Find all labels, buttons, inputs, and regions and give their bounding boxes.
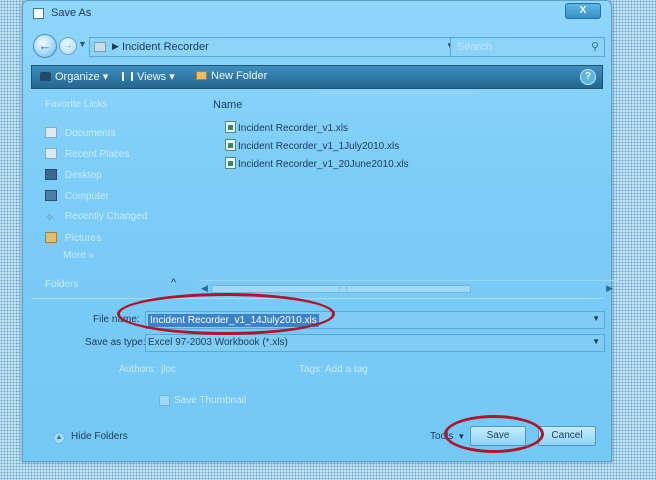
- savetype-select[interactable]: Excel 97-2003 Workbook (*.xls) ▼: [145, 334, 605, 352]
- filename-dropdown-icon[interactable]: ▼: [592, 314, 600, 323]
- tools-label: Tools: [430, 431, 454, 442]
- sidebar-item-pictures[interactable]: Pictures: [45, 232, 101, 248]
- hide-folders-label: Hide Folders: [71, 431, 128, 442]
- documents-icon: [45, 127, 57, 138]
- sidebar-item-desktop[interactable]: Desktop: [45, 169, 102, 185]
- organize-label: Organize: [55, 71, 100, 83]
- recent-places-icon: [45, 148, 57, 159]
- file-item[interactable]: Incident Recorder_v1.xls: [225, 121, 348, 134]
- recently-changed-icon: ✧: [45, 212, 55, 224]
- chevron-up-icon: ▲: [53, 432, 65, 444]
- address-path[interactable]: Incident Recorder: [122, 41, 209, 53]
- file-list: Name Incident Recorder_v1.xls Incident R…: [199, 91, 619, 301]
- authors-label: Authors:: [119, 364, 157, 375]
- search-input[interactable]: Search ⚲: [450, 37, 605, 57]
- chevron-up-icon[interactable]: ^: [171, 277, 176, 289]
- filename-label: File name:: [93, 314, 140, 325]
- favorite-links-heading: Favorite Links: [45, 99, 108, 110]
- organize-icon: [40, 72, 51, 81]
- save-thumbnail-checkbox[interactable]: [159, 395, 170, 406]
- new-folder-label: New Folder: [211, 70, 268, 82]
- sidebar-item-label: Recently Changed: [65, 211, 148, 222]
- horizontal-scrollbar[interactable]: ◀ ⋮⋮ ▶: [199, 280, 619, 296]
- column-divider: [319, 93, 479, 94]
- history-dropdown-icon[interactable]: ▼: [78, 39, 87, 49]
- views-label: Views: [137, 71, 167, 83]
- navigation-pane: Favorite Links Documents Recent Places D…: [31, 91, 191, 301]
- navigation-bar: ← → ▼ ▶ Incident Recorder ▼ ↻ Search ⚲: [23, 29, 611, 63]
- savetype-value: Excel 97-2003 Workbook (*.xls): [148, 337, 288, 348]
- sidebar-item-computer[interactable]: Computer: [45, 190, 109, 206]
- sidebar-item-label: Computer: [65, 191, 109, 202]
- dialog-title: Save As: [51, 7, 92, 19]
- sidebar-item-label: Recent Places: [65, 149, 130, 160]
- sidebar-item-label: Desktop: [65, 170, 102, 181]
- save-thumbnail-label: Save Thumbnail: [174, 395, 247, 406]
- sidebar-item-recently-changed[interactable]: ✧ Recently Changed: [45, 211, 147, 227]
- back-arrow-icon[interactable]: ←: [33, 34, 57, 58]
- views-button[interactable]: Views ▾: [122, 70, 175, 83]
- search-icon[interactable]: ⚲: [591, 40, 599, 53]
- dialog-icon: [33, 8, 44, 19]
- sidebar-item-documents[interactable]: Documents: [45, 127, 116, 143]
- cancel-button[interactable]: Cancel: [538, 426, 596, 446]
- folders-label: Folders: [45, 279, 79, 290]
- folders-toggle[interactable]: Folders ^: [31, 277, 191, 295]
- command-toolbar: Organize ▾ Views ▾ New Folder ?: [31, 65, 603, 89]
- tools-dropdown-icon: ▼: [457, 432, 466, 441]
- tags-label: Tags:: [299, 364, 323, 375]
- file-item[interactable]: Incident Recorder_v1_1July2010.xls: [225, 139, 399, 152]
- form-divider: [31, 298, 603, 299]
- file-item[interactable]: Incident Recorder_v1_20June2010.xls: [225, 157, 409, 170]
- file-name: Incident Recorder_v1_20June2010.xls: [238, 159, 409, 170]
- sidebar-more-link[interactable]: More »: [63, 250, 94, 266]
- new-folder-button[interactable]: New Folder: [196, 70, 267, 82]
- savetype-label: Save as type:: [85, 337, 146, 348]
- grip-icon: ⋮⋮: [336, 287, 350, 294]
- desktop-icon: [45, 169, 57, 180]
- new-folder-icon: [196, 71, 207, 80]
- help-icon[interactable]: ?: [580, 69, 596, 85]
- scroll-right-icon[interactable]: ▶: [606, 283, 613, 294]
- sidebar-item-label: Documents: [65, 128, 116, 139]
- authors-value[interactable]: jloc: [161, 364, 176, 375]
- computer-icon: [45, 190, 57, 201]
- tools-button[interactable]: Tools ▼: [430, 431, 465, 442]
- filename-value[interactable]: Incident Recorder_v1_14July2010.xls: [148, 314, 319, 327]
- views-icon: [122, 72, 133, 81]
- forward-arrow-icon[interactable]: →: [59, 37, 77, 55]
- excel-file-icon: [225, 139, 236, 151]
- filename-field[interactable]: Incident Recorder_v1_14July2010.xls ▼: [145, 311, 605, 329]
- scroll-left-icon[interactable]: ◀: [201, 283, 208, 294]
- save-as-dialog: Save As X ← → ▼ ▶ Incident Recorder ▼ ↻ …: [22, 0, 619, 462]
- organize-button[interactable]: Organize ▾: [40, 70, 108, 83]
- file-name: Incident Recorder_v1_1July2010.xls: [238, 141, 400, 152]
- hide-folders-button[interactable]: ▲ Hide Folders: [53, 431, 128, 444]
- address-bar[interactable]: ▶ Incident Recorder ▼: [89, 37, 459, 57]
- folder-icon: [94, 42, 106, 52]
- scroll-thumb[interactable]: ⋮⋮: [211, 285, 471, 294]
- search-placeholder: Search: [457, 41, 492, 53]
- pictures-icon: [45, 232, 57, 243]
- excel-file-icon: [225, 121, 236, 133]
- file-name: Incident Recorder_v1.xls: [238, 123, 349, 134]
- savetype-dropdown-icon[interactable]: ▼: [592, 337, 600, 346]
- column-header-name[interactable]: Name: [213, 99, 242, 111]
- sidebar-item-label: Pictures: [65, 233, 102, 244]
- breadcrumb-chevron-icon[interactable]: ▶: [112, 41, 119, 52]
- save-button[interactable]: Save: [470, 426, 526, 446]
- excel-file-icon: [225, 157, 236, 169]
- tags-value[interactable]: Add a tag: [325, 364, 368, 375]
- close-button[interactable]: X: [565, 3, 601, 19]
- sidebar-item-recent-places[interactable]: Recent Places: [45, 148, 129, 164]
- title-bar: Save As X: [23, 1, 611, 27]
